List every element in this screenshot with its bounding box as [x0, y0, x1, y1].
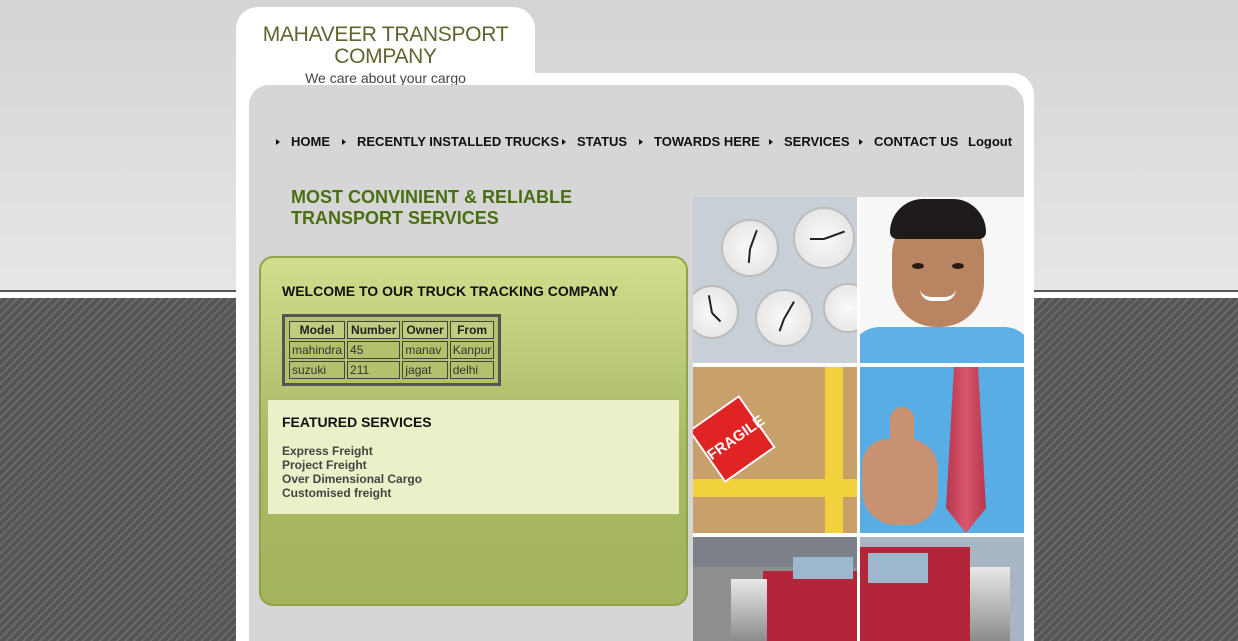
nav-item-status[interactable]: STATUS	[562, 134, 627, 149]
table-cell: manav	[402, 341, 448, 359]
nav-bullet-icon	[276, 138, 280, 145]
featured-services-box: FEATURED SERVICES Express Freight Projec…	[268, 400, 679, 514]
table-cell: suzuki	[289, 361, 346, 379]
clock-icon	[823, 283, 857, 333]
red-truck-image-right	[860, 537, 1024, 641]
table-row: suzuki 211 jagat delhi	[289, 361, 495, 379]
nav-bullet-icon	[859, 138, 863, 145]
nav-bullet-icon	[639, 138, 643, 145]
site-title: MAHAVEER TRANSPORT COMPANY	[262, 23, 509, 68]
nav-item-label: HOME	[291, 134, 330, 149]
table-cell: Kanpur	[449, 341, 495, 359]
nav-item-contact-us[interactable]: CONTACT US	[859, 134, 958, 149]
fragile-label: FRAGILE	[693, 395, 776, 483]
image-mosaic: FRAGILE	[693, 197, 1024, 641]
nav-item-label: SERVICES	[784, 134, 850, 149]
table-cell: mahindra	[289, 341, 346, 359]
fragile-box-image: FRAGILE	[693, 367, 857, 533]
table-cell: delhi	[449, 361, 495, 379]
clock-icon	[693, 285, 739, 339]
nav-item-label: RECENTLY INSTALLED TRUCKS	[357, 134, 559, 149]
nav-bullet-icon	[562, 138, 566, 145]
logo-area[interactable]: MAHAVEER TRANSPORT COMPANY We care about…	[236, 7, 535, 97]
red-truck-image-left	[693, 537, 857, 641]
featured-services-list: Express Freight Project Freight Over Dim…	[282, 444, 422, 500]
featured-services-title: FEATURED SERVICES	[282, 414, 432, 430]
nav-item-label: Logout	[968, 134, 1013, 149]
main-navigation: HOME RECENTLY INSTALLED TRUCKS STATUS TO…	[249, 85, 1024, 197]
column-header-owner: Owner	[402, 321, 448, 339]
nav-item-recently-installed-trucks[interactable]: RECENTLY INSTALLED TRUCKS	[342, 134, 559, 149]
nav-item-label: TOWARDS HERE	[654, 134, 760, 149]
clock-icon	[755, 289, 813, 347]
table-cell: 211	[347, 361, 401, 379]
list-item[interactable]: Customised freight	[282, 486, 422, 500]
clocks-image	[693, 197, 857, 363]
list-item[interactable]: Project Freight	[282, 458, 422, 472]
smiling-man-image	[860, 197, 1024, 363]
table-cell: 45	[347, 341, 401, 359]
table-row: mahindra 45 manav Kanpur	[289, 341, 495, 359]
nav-bullet-icon	[769, 138, 773, 145]
list-item[interactable]: Over Dimensional Cargo	[282, 472, 422, 486]
truck-table: Model Number Owner From mahindra 45 mana…	[282, 314, 502, 386]
column-header-from: From	[449, 321, 495, 339]
nav-item-logout[interactable]: Logout	[968, 134, 1012, 149]
clock-icon	[793, 207, 855, 269]
list-item[interactable]: Express Freight	[282, 444, 422, 458]
nav-item-label: CONTACT US	[874, 134, 959, 149]
page-headline: MOST CONVINIENT & RELIABLE TRANSPORT SER…	[291, 187, 573, 228]
nav-bullet-icon	[342, 138, 346, 145]
nav-item-towards-here[interactable]: TOWARDS HERE	[639, 134, 760, 149]
table-cell: jagat	[402, 361, 448, 379]
nav-item-label: STATUS	[577, 134, 628, 149]
column-header-model: Model	[289, 321, 346, 339]
site-tagline: We care about your cargo	[305, 70, 466, 86]
clock-icon	[721, 219, 779, 277]
welcome-title: WELCOME TO OUR TRUCK TRACKING COMPANY	[282, 283, 619, 299]
column-header-number: Number	[347, 321, 401, 339]
nav-item-home[interactable]: HOME	[276, 134, 330, 149]
thumbs-up-man-image	[860, 367, 1024, 533]
nav-item-services[interactable]: SERVICES	[769, 134, 850, 149]
